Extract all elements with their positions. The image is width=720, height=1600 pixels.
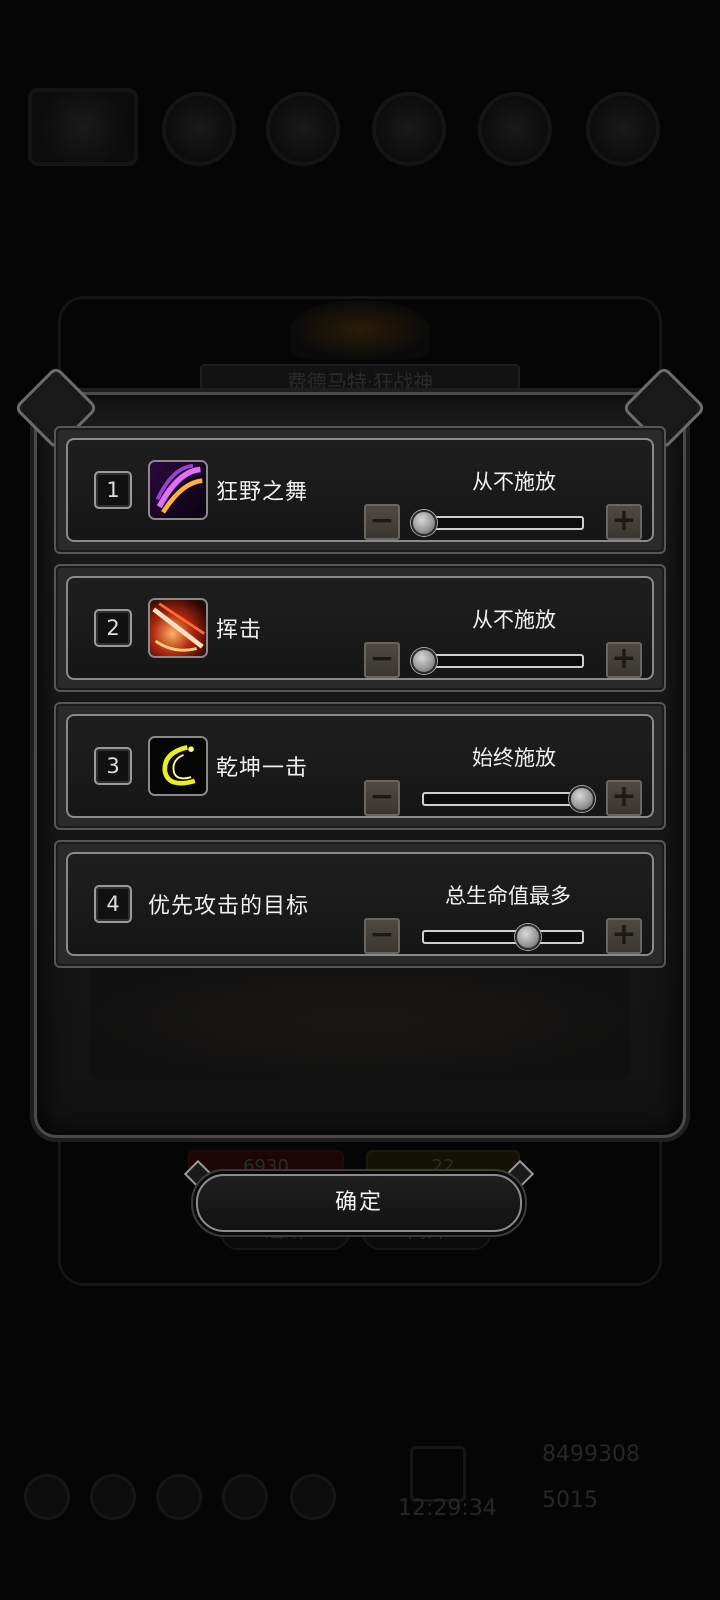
- cast-mode-label: 始终施放: [472, 746, 556, 770]
- skill-number-badge: 2: [94, 609, 132, 647]
- equipment-slot-3: [266, 92, 340, 166]
- confirm-button[interactable]: 确定: [196, 1174, 522, 1232]
- increase-button[interactable]: +: [606, 780, 642, 816]
- skill-row-2: 2 挥击 从不施放 − +: [54, 564, 666, 692]
- skill-row-frame: 3 乾坤一击 始终施放 − +: [66, 714, 654, 818]
- slider-thumb[interactable]: [411, 510, 437, 536]
- slider-thumb[interactable]: [411, 648, 437, 674]
- cast-mode-label: 从不施放: [472, 470, 556, 494]
- skill-name: 狂野之舞: [216, 480, 309, 505]
- equipment-slot-4: [372, 92, 446, 166]
- slider-thumb[interactable]: [569, 786, 595, 812]
- background-gift-icon: [410, 1446, 466, 1502]
- background-gems: 5015: [542, 1488, 598, 1513]
- increase-button[interactable]: +: [606, 918, 642, 954]
- equipment-slot-5: [478, 92, 552, 166]
- decrease-button[interactable]: −: [364, 780, 400, 816]
- bottom-nav-icon-5: [290, 1474, 336, 1520]
- cast-mode-slider[interactable]: [411, 510, 584, 536]
- target-priority-label: 优先攻击的目标: [148, 894, 310, 919]
- skill-number-badge: 1: [94, 471, 132, 509]
- skill-row-1: 1 狂野之舞 从不施放 − +: [54, 426, 666, 554]
- panel-background-art: [90, 960, 630, 1080]
- bottom-nav-icon-4: [222, 1474, 268, 1520]
- increase-button[interactable]: +: [606, 504, 642, 540]
- decrease-button[interactable]: −: [364, 642, 400, 678]
- swing-strike-skill-icon: [148, 598, 208, 658]
- skill-row-frame: 2 挥击 从不施放 − +: [66, 576, 654, 680]
- target-priority-row: 4 优先攻击的目标 总生命值最多 − +: [54, 840, 666, 968]
- decrease-button[interactable]: −: [364, 918, 400, 954]
- skill-name: 乾坤一击: [216, 756, 309, 781]
- bottom-nav-icon-1: [24, 1474, 70, 1520]
- target-priority-slider[interactable]: [422, 924, 584, 950]
- slider-thumb[interactable]: [515, 924, 542, 950]
- wild-dance-skill-icon: [148, 460, 208, 520]
- equipment-slot-weapon: [28, 88, 138, 166]
- equipment-slot-6: [586, 92, 660, 166]
- skill-row-frame: 4 优先攻击的目标 总生命值最多 − +: [66, 852, 654, 956]
- cast-mode-label: 从不施放: [472, 608, 556, 632]
- cast-mode-slider[interactable]: [411, 648, 584, 674]
- background-clock: 12:29:34: [398, 1496, 497, 1521]
- background-gold: 8499308: [542, 1442, 640, 1467]
- target-priority-value: 总生命值最多: [445, 884, 571, 908]
- decrease-button[interactable]: −: [364, 504, 400, 540]
- cast-mode-slider[interactable]: [422, 786, 595, 812]
- skill-number-badge: 3: [94, 747, 132, 785]
- background-crest: [290, 300, 430, 360]
- bottom-nav-icon-3: [156, 1474, 202, 1520]
- skill-row-frame: 1 狂野之舞 从不施放 − +: [66, 438, 654, 542]
- increase-button[interactable]: +: [606, 642, 642, 678]
- equipment-slot-2: [162, 92, 236, 166]
- skill-row-3: 3 乾坤一击 始终施放 − +: [54, 702, 666, 830]
- skill-name: 挥击: [216, 618, 263, 643]
- cosmic-strike-skill-icon: [148, 736, 208, 796]
- bottom-nav-icon-2: [90, 1474, 136, 1520]
- skill-number-badge: 4: [94, 885, 132, 923]
